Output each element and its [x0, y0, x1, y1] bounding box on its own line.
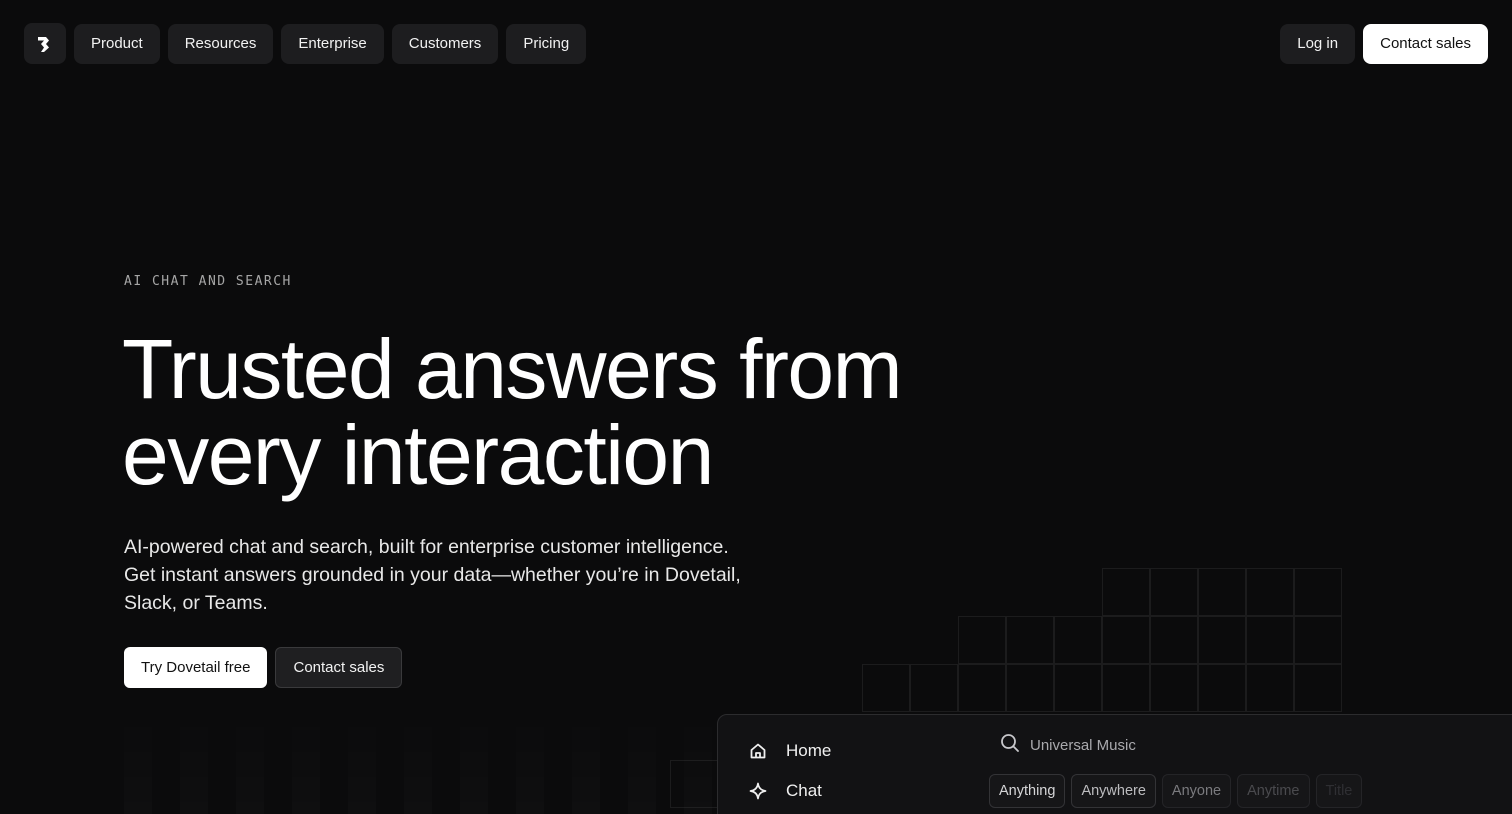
grid-cell: [910, 664, 958, 712]
nav-customers[interactable]: Customers: [391, 23, 499, 64]
search-icon: [1000, 733, 1020, 758]
grid-cell: [1006, 616, 1054, 664]
filter-chip[interactable]: Anyone: [1161, 774, 1232, 808]
sidebar-item-label: Chat: [786, 781, 822, 800]
grid-cell: [1294, 616, 1342, 664]
background-stripes: [124, 690, 724, 814]
headline-line-1: Trusted answers from: [122, 322, 903, 416]
search-bar[interactable]: Universal Music: [1000, 733, 1136, 758]
hero-subcopy: AI-powered chat and search, built for en…: [124, 536, 741, 614]
try-free-button[interactable]: Try Dovetail free: [124, 647, 268, 688]
grid-cell: [1150, 664, 1198, 712]
grid-cell: [1198, 568, 1246, 616]
grid-cell: [1102, 616, 1150, 664]
top-nav: Product Resources Enterprise Customers P…: [24, 23, 1488, 64]
dovetail-logo-icon[interactable]: [24, 23, 66, 64]
hero-cta-row: Try Dovetail free Contact sales: [124, 647, 403, 688]
grid-cell: [958, 664, 1006, 712]
filter-chip[interactable]: Anything: [989, 774, 1066, 808]
nav-pricing[interactable]: Pricing: [506, 23, 587, 64]
grid-cell: [1054, 664, 1102, 712]
contact-sales-button[interactable]: Contact sales: [275, 647, 403, 688]
grid-cell: [1198, 664, 1246, 712]
app-preview-panel: Home Chat Universal Music Anything Anywhe…: [717, 714, 1512, 814]
login-button[interactable]: Log in: [1280, 23, 1356, 64]
grid-cell: [1246, 664, 1294, 712]
search-input[interactable]: Universal Music: [1030, 737, 1136, 754]
sidebar-item-home[interactable]: Home: [748, 741, 831, 761]
grid-cell: [1006, 664, 1054, 712]
landing-page: Product Resources Enterprise Customers P…: [0, 0, 1512, 814]
headline-line-2: every interaction: [122, 408, 714, 502]
grid-cell: [1294, 568, 1342, 616]
grid-cell: [1150, 616, 1198, 664]
nav-actions: Log in Contact sales: [1280, 23, 1488, 64]
sparkle-icon: [748, 781, 768, 801]
sidebar-item-chat[interactable]: Chat: [748, 781, 822, 801]
nav-resources[interactable]: Resources: [167, 23, 274, 64]
contact-sales-nav-button[interactable]: Contact sales: [1363, 23, 1488, 64]
sidebar-item-label: Home: [786, 741, 832, 760]
grid-cell: [1246, 616, 1294, 664]
grid-cell: [1198, 616, 1246, 664]
home-icon: [748, 741, 768, 761]
grid-cell: [1246, 568, 1294, 616]
hero-headline: Trusted answers from every interaction: [122, 326, 1022, 498]
filter-chip[interactable]: Title: [1315, 774, 1363, 808]
grid-cell: [1102, 664, 1150, 712]
nav-enterprise[interactable]: Enterprise: [281, 23, 384, 64]
filter-chip[interactable]: Anytime: [1237, 774, 1310, 808]
hero-eyebrow: AI CHAT AND SEARCH: [124, 274, 292, 289]
nav-product[interactable]: Product: [74, 23, 160, 64]
grid-cell: [1150, 568, 1198, 616]
grid-cell: [862, 664, 910, 712]
grid-cell: [1102, 568, 1150, 616]
grid-cell: [1294, 664, 1342, 712]
grid-cell: [958, 616, 1006, 664]
filter-chip[interactable]: Anywhere: [1071, 774, 1156, 808]
grid-cell: [1054, 616, 1102, 664]
filter-chips: Anything Anywhere Anyone Anytime Title: [989, 774, 1368, 808]
